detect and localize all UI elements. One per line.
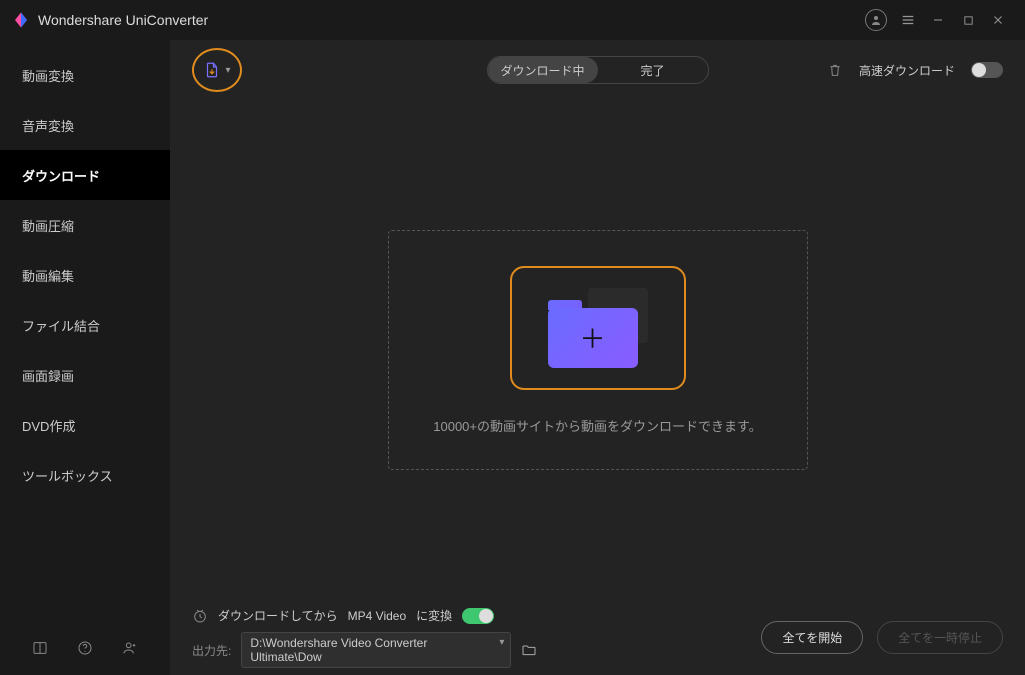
output-path-select[interactable]: D:\Wondershare Video Converter Ultimate\…: [241, 632, 511, 668]
sidebar: 動画変換 音声変換 ダウンロード 動画圧縮 動画編集 ファイル結合 画面録画 D…: [0, 40, 170, 675]
sidebar-item-label: ダウンロード: [22, 166, 100, 185]
add-folder-button[interactable]: ＋: [510, 266, 686, 390]
sidebar-item-compress[interactable]: 動画圧縮: [0, 200, 170, 250]
fast-download-label: 高速ダウンロード: [859, 62, 955, 79]
sidebar-item-edit[interactable]: 動画編集: [0, 250, 170, 300]
button-label: 全てを一時停止: [898, 631, 982, 645]
sidebar-item-video-convert[interactable]: 動画変換: [0, 50, 170, 100]
toolbar: ▾ ダウンロード中 完了 高速ダウンロード: [170, 40, 1025, 100]
output-label: 出力先:: [192, 642, 231, 659]
app-title: Wondershare UniConverter: [38, 12, 208, 28]
library-icon[interactable]: [30, 638, 50, 658]
chevron-down-icon: ▾: [499, 637, 504, 648]
trash-icon[interactable]: [827, 62, 843, 78]
schedule-icon[interactable]: [192, 608, 208, 624]
sidebar-item-label: ツールボックス: [22, 466, 113, 485]
user-add-icon[interactable]: [120, 638, 140, 658]
sidebar-item-dvd[interactable]: DVD作成: [0, 400, 170, 450]
output-path-value: D:\Wondershare Video Converter Ultimate\…: [250, 636, 427, 664]
tab-finished[interactable]: 完了: [598, 57, 708, 83]
menu-icon[interactable]: [893, 5, 923, 35]
sidebar-item-label: 動画変換: [22, 66, 74, 85]
pause-all-button[interactable]: 全てを一時停止: [877, 621, 1003, 654]
minimize-button[interactable]: [923, 5, 953, 35]
sidebar-item-label: 動画編集: [22, 266, 74, 285]
close-button[interactable]: [983, 5, 1013, 35]
app-logo-icon: [12, 11, 30, 29]
folder-plus-icon: ＋: [548, 288, 648, 368]
chevron-down-icon: ▾: [225, 65, 230, 76]
titlebar: Wondershare UniConverter: [0, 0, 1025, 40]
help-icon[interactable]: [75, 638, 95, 658]
sidebar-item-download[interactable]: ダウンロード: [0, 150, 170, 200]
bottom-bar: ダウンロードしてから MP4 Video に変換 出力先: D:\Wondersha…: [170, 600, 1025, 675]
empty-hint: 10000+の動画サイトから動画をダウンロードできます。: [433, 416, 761, 435]
empty-dropzone[interactable]: ＋ 10000+の動画サイトから動画をダウンロードできます。: [388, 230, 808, 470]
sidebar-item-label: 画面録画: [22, 366, 74, 385]
main-panel: ▾ ダウンロード中 完了 高速ダウンロード ＋: [170, 40, 1025, 675]
drop-area: ＋ 10000+の動画サイトから動画をダウンロードできます。: [170, 100, 1025, 600]
sidebar-item-label: DVD作成: [22, 416, 75, 435]
tab-downloading[interactable]: ダウンロード中: [488, 57, 598, 83]
sidebar-item-merge[interactable]: ファイル結合: [0, 300, 170, 350]
button-label: 全てを開始: [782, 631, 842, 645]
account-icon[interactable]: [865, 9, 887, 31]
convert-after-format[interactable]: MP4 Video: [348, 609, 406, 623]
sidebar-item-record[interactable]: 画面録画: [0, 350, 170, 400]
sidebar-item-toolbox[interactable]: ツールボックス: [0, 450, 170, 500]
status-tabs: ダウンロード中 完了: [487, 56, 709, 84]
convert-after-label-prefix: ダウンロードしてから: [218, 607, 338, 624]
start-all-button[interactable]: 全てを開始: [761, 621, 863, 654]
sidebar-item-label: 動画圧縮: [22, 216, 74, 235]
convert-after-toggle[interactable]: [462, 608, 494, 624]
maximize-button[interactable]: [953, 5, 983, 35]
sidebar-item-label: 音声変換: [22, 116, 74, 135]
open-folder-icon[interactable]: [521, 642, 537, 658]
tab-label: ダウンロード中: [500, 62, 584, 79]
sidebar-item-label: ファイル結合: [22, 316, 100, 335]
sidebar-item-audio-convert[interactable]: 音声変換: [0, 100, 170, 150]
tab-label: 完了: [640, 62, 664, 79]
paste-url-button[interactable]: ▾: [192, 48, 242, 92]
convert-after-label-suffix: に変換: [416, 607, 452, 624]
fast-download-toggle[interactable]: [971, 62, 1003, 78]
